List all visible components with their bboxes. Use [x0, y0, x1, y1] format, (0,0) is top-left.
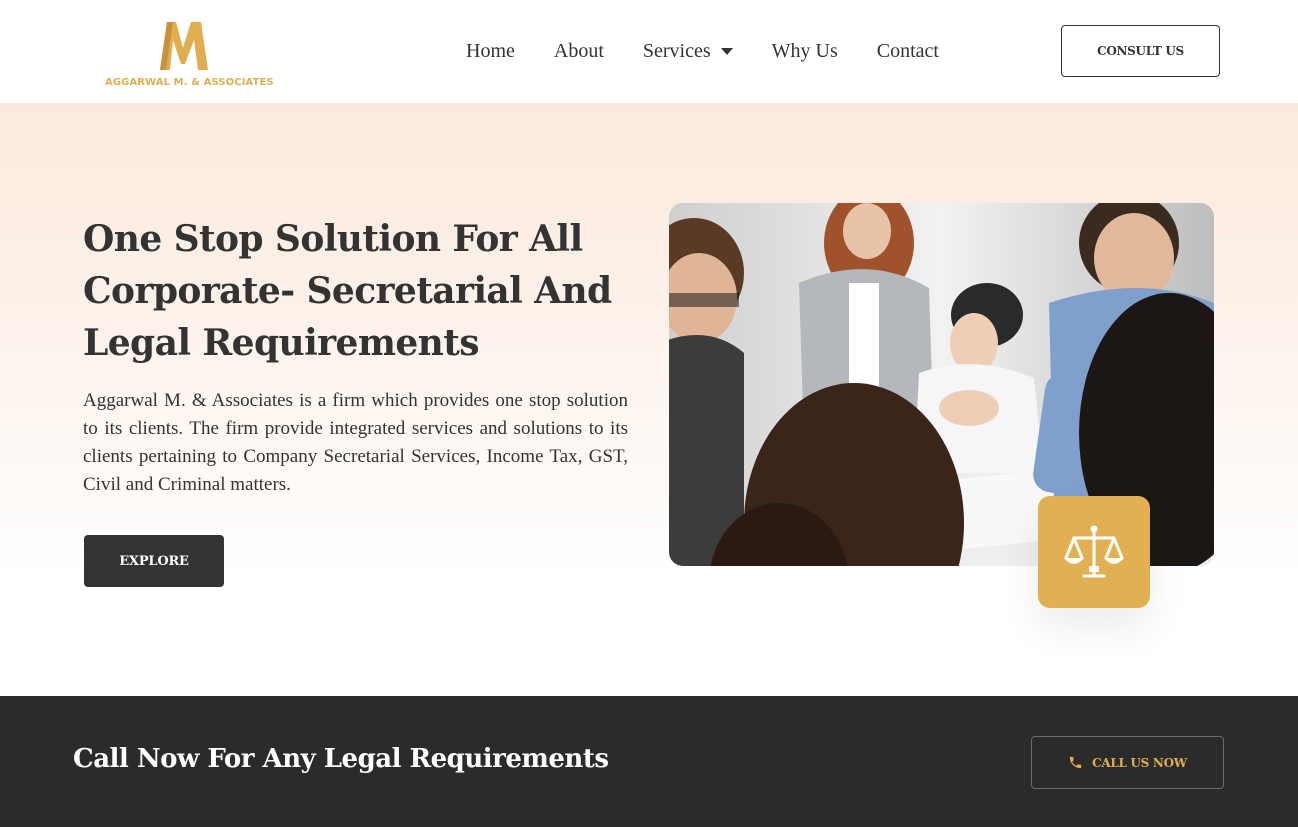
hero-section: One Stop Solution For All Corporate- Sec… [0, 103, 1298, 696]
scales-of-justice-icon [1064, 525, 1124, 578]
nav-about[interactable]: About [554, 40, 604, 63]
logo-m-mark [160, 22, 208, 70]
main-nav: Home About Services Why Us Contact [466, 36, 939, 66]
caret-down-icon [720, 47, 733, 55]
nav-why-us[interactable]: Why Us [772, 40, 838, 63]
hero-description: Aggarwal M. & Associates is a firm which… [83, 390, 628, 495]
phone-icon [1069, 756, 1082, 769]
scales-of-justice-badge [1038, 496, 1150, 608]
site-header: AGGARWAL M. & ASSOCIATES Home About Serv… [0, 0, 1298, 103]
nav-services-label: Services [642, 39, 711, 62]
explore-button[interactable]: EXPLORE [84, 535, 224, 587]
call-us-now-button[interactable]: CALL US NOW [1031, 736, 1224, 789]
logo-text: AGGARWAL M. & ASSOCIATES [105, 77, 274, 88]
call-to-action-band: Call Now For Any Legal Requirements CALL… [0, 696, 1298, 827]
cta-title: Call Now For Any Legal Requirements [73, 744, 609, 774]
hero-title: One Stop Solution For All Corporate- Sec… [83, 218, 612, 364]
nav-services[interactable]: Services [643, 40, 733, 63]
nav-contact[interactable]: Contact [877, 40, 939, 63]
consult-us-button[interactable]: CONSULT US [1061, 25, 1220, 77]
nav-home[interactable]: Home [466, 40, 515, 63]
call-us-now-label: CALL US NOW [1092, 755, 1187, 770]
site-logo[interactable]: AGGARWAL M. & ASSOCIATES [105, 18, 274, 94]
